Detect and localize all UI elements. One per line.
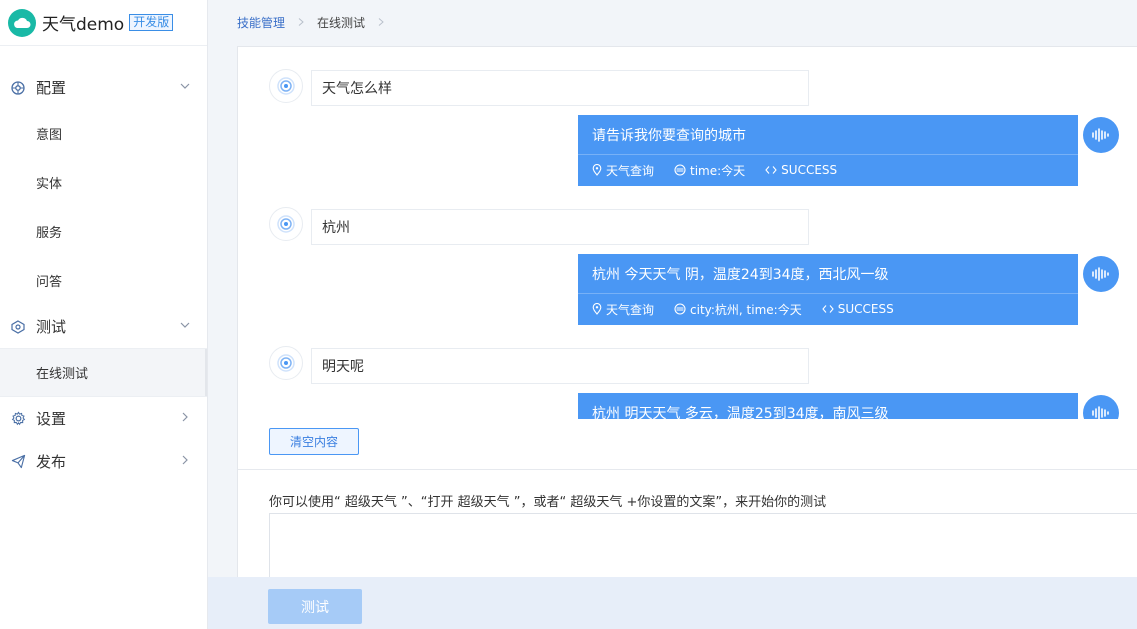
env-badge: 开发版	[129, 14, 174, 31]
gear-icon	[10, 411, 26, 427]
breadcrumb-current: 在线测试	[317, 15, 366, 30]
user-message: 天气怎么样	[311, 70, 809, 106]
sidebar-item-service[interactable]: 服务	[0, 207, 207, 256]
intent-label: 天气查询	[606, 302, 655, 317]
menu-group-config[interactable]: 配置	[0, 66, 207, 109]
send-icon	[10, 454, 26, 470]
breadcrumb: 技能管理 在线测试	[237, 0, 397, 44]
menu-group-label: 配置	[36, 79, 67, 97]
bot-message-meta: 天气查询 time:今天 SUCCESS	[578, 155, 1078, 185]
sidebar-item-qa[interactable]: 问答	[0, 256, 207, 305]
usage-hint: 你可以使用“ 超级天气 ”、“打开 超级天气 ”，或者“ 超级天气 +你设置的文…	[269, 495, 827, 510]
slots-tag: city:杭州, time:今天	[674, 301, 802, 318]
bot-message-text: 杭州 明天天气 多云，温度25到34度，南风三级	[578, 393, 1078, 419]
clear-content-button[interactable]: 清空内容	[269, 428, 359, 455]
chevron-down-icon	[180, 322, 190, 328]
menu-group-label: 设置	[36, 410, 67, 428]
sidebar-menu: 配置 意图 实体 服务 问答 测试 在线测试 设置 发布	[0, 46, 207, 483]
slots-label: time:今天	[690, 163, 746, 178]
test-button[interactable]: 测试	[268, 589, 362, 624]
user-message: 明天呢	[311, 348, 809, 384]
code-icon	[821, 305, 834, 313]
conversation-area[interactable]: 天气怎么样 请告诉我你要查询的城市 天气查询 time:今天 SUCCESS 杭…	[238, 47, 1137, 419]
chevron-right-icon	[182, 412, 188, 422]
bot-message-meta: 天气查询 city:杭州, time:今天 SUCCESS	[578, 294, 1078, 324]
bot-avatar	[1083, 395, 1119, 419]
chevron-down-icon	[180, 83, 190, 89]
intent-tag: 天气查询	[592, 162, 654, 179]
app-name: 天气demo	[42, 15, 125, 35]
sidebar: 天气demo 开发版 配置 意图 实体 服务 问答 测试 在线测试 设置 发布	[0, 0, 208, 629]
slot-icon	[674, 303, 686, 315]
bot-avatar	[1083, 117, 1119, 153]
app-logo[interactable]: 天气demo 开发版	[0, 0, 207, 46]
code-icon	[765, 166, 777, 174]
menu-group-test[interactable]: 测试	[0, 305, 207, 348]
cloud-icon	[8, 8, 36, 37]
breadcrumb-link-skill-management[interactable]: 技能管理	[237, 14, 285, 31]
test-icon	[10, 319, 26, 335]
chevron-right-icon	[298, 18, 304, 26]
bot-message: 请告诉我你要查询的城市 天气查询 time:今天 SUCCESS	[578, 115, 1078, 186]
intent-label: 天气查询	[606, 163, 655, 178]
sidebar-item-entity[interactable]: 实体	[0, 158, 207, 207]
slot-icon	[674, 164, 686, 176]
location-pin-icon	[592, 164, 602, 176]
bot-message-text: 请告诉我你要查询的城市	[578, 115, 1078, 155]
test-input[interactable]	[269, 513, 1137, 579]
menu-group-settings[interactable]: 设置	[0, 397, 207, 440]
user-message: 杭州	[311, 209, 809, 245]
bot-avatar	[1083, 256, 1119, 292]
status-tag: SUCCESS	[821, 302, 894, 316]
status-label: SUCCESS	[837, 302, 894, 316]
panel-divider	[238, 469, 1137, 470]
target-icon	[277, 215, 295, 233]
intent-tag: 天气查询	[592, 301, 654, 318]
footer-bar: 测试	[208, 577, 1137, 629]
test-panel: 天气怎么样 请告诉我你要查询的城市 天气查询 time:今天 SUCCESS 杭…	[237, 46, 1137, 629]
menu-group-label: 发布	[36, 453, 67, 471]
slots-tag: time:今天	[674, 162, 745, 179]
user-avatar	[269, 69, 303, 103]
status-tag: SUCCESS	[765, 163, 837, 177]
config-icon	[10, 80, 26, 96]
sidebar-item-online-test[interactable]: 在线测试	[0, 349, 207, 396]
menu-group-publish[interactable]: 发布	[0, 440, 207, 483]
user-avatar	[269, 207, 303, 241]
sidebar-item-intent[interactable]: 意图	[0, 109, 207, 158]
status-label: SUCCESS	[781, 163, 838, 177]
chevron-right-icon	[182, 455, 188, 465]
bot-message: 杭州 明天天气 多云，温度25到34度，南风三级	[578, 393, 1078, 419]
menu-group-label: 测试	[36, 318, 67, 336]
voice-wave-icon	[1092, 128, 1109, 142]
voice-wave-icon	[1092, 406, 1109, 419]
bot-message-text: 杭州 今天天气 阴，温度24到34度，西北风一级	[578, 254, 1078, 294]
target-icon	[277, 354, 295, 372]
location-pin-icon	[592, 303, 602, 315]
user-avatar	[269, 346, 303, 380]
slots-label: city:杭州, time:今天	[690, 302, 802, 317]
voice-wave-icon	[1092, 267, 1109, 281]
bot-message: 杭州 今天天气 阴，温度24到34度，西北风一级 天气查询 city:杭州, t…	[578, 254, 1078, 325]
target-icon	[277, 77, 295, 95]
chevron-right-icon	[378, 18, 384, 26]
